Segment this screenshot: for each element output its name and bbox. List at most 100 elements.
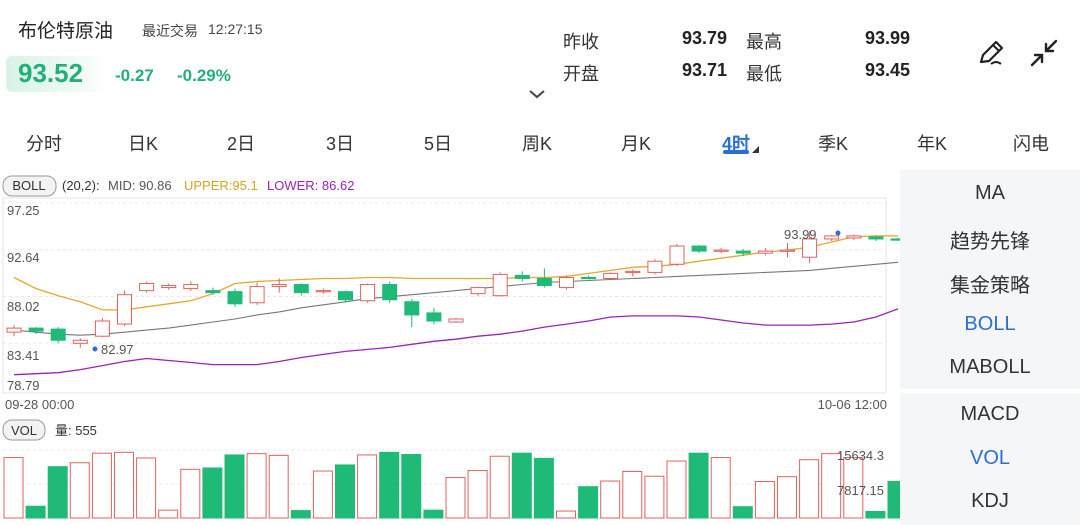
indicator-trend[interactable]: 趋势先锋: [900, 225, 1080, 254]
price-change: -0.27: [115, 66, 154, 85]
high-marker: [835, 230, 841, 236]
tab-flash[interactable]: 闪电: [1013, 130, 1049, 156]
indicator-side-menu: MA 趋势先锋 集金策略 BOLL MABOLL MACD VOL KDJ: [900, 170, 1080, 525]
low-annotation: 82.97: [101, 342, 134, 357]
instrument-title: 布伦特原油: [18, 21, 114, 42]
volume-bar: [887, 480, 900, 519]
current-price: 93.52: [18, 58, 84, 88]
tab-week-k[interactable]: 周K: [522, 130, 552, 156]
x-end-label: 10-06 12:00: [818, 397, 887, 412]
candle-body: [293, 284, 309, 294]
candle-body: [691, 245, 707, 252]
plot-frame: [2, 197, 887, 394]
indicator-ma[interactable]: MA: [900, 182, 1080, 205]
candle-body: [72, 339, 88, 344]
draw-pen-icon[interactable]: [973, 35, 1009, 71]
candle-body: [227, 291, 243, 305]
volume-bar: [401, 453, 422, 519]
candle-body: [757, 250, 773, 254]
volume-bar: [3, 457, 24, 519]
candle-body: [139, 283, 155, 292]
tab-2-day[interactable]: 2日: [227, 130, 255, 156]
volume-bar: [246, 453, 267, 519]
candle-body: [669, 245, 685, 265]
volume-bar: [666, 460, 687, 519]
indicator-macd[interactable]: MACD: [900, 403, 1080, 426]
candle-body: [249, 286, 265, 304]
period-tabs: 分时 日K 2日 3日 5日 周K 月K 4时 季K 年K 闪电: [0, 120, 1080, 164]
candle-body: [50, 328, 66, 341]
volume-bar: [312, 470, 333, 519]
boll-upper-label: UPPER:95.1: [184, 178, 258, 193]
stat-label-prev-close: 昨收: [563, 32, 599, 52]
collapse-icon[interactable]: [1026, 35, 1062, 71]
y-tick-label: 92.64: [7, 250, 40, 265]
tab-quarter-k[interactable]: 季K: [818, 130, 848, 156]
low-marker: [92, 346, 98, 352]
stat-value-open: 93.71: [681, 60, 727, 80]
chart-grid: [2, 197, 887, 519]
candle-body: [735, 250, 751, 254]
candle-body: [161, 285, 177, 289]
volume-bar: [688, 452, 709, 519]
indicator-strategy[interactable]: 集金策略: [900, 269, 1080, 298]
tab-year-k[interactable]: 年K: [917, 130, 947, 156]
indicator-kdj[interactable]: KDJ: [900, 490, 1080, 513]
tab-3-day[interactable]: 3日: [326, 130, 354, 156]
volume-bar: [379, 451, 400, 519]
volume-bar: [423, 509, 444, 519]
candle-body: [713, 249, 729, 252]
vol-tick-mid: 7817.15: [837, 483, 884, 498]
volume-bar: [489, 455, 510, 519]
candle-body: [426, 312, 442, 322]
stat-label-open: 开盘: [563, 64, 599, 84]
chevron-down-icon[interactable]: [528, 86, 546, 102]
candle-body: [338, 291, 353, 301]
indicator-maboll[interactable]: MABOLL: [900, 356, 1080, 379]
candle-body: [890, 238, 900, 241]
last-trade-time: 12:27:15: [208, 21, 263, 37]
boll-mid-label: MID: 90.86: [108, 178, 172, 193]
y-tick-label: 88.02: [7, 299, 40, 314]
candle-body: [94, 320, 110, 337]
volume-bar: [69, 462, 90, 519]
boll-mid-line: [13, 261, 899, 336]
tab-month-k[interactable]: 月K: [621, 130, 651, 156]
candlestick-chart[interactable]: BOLL (20,2): MID: 90.86 UPPER:95.1 LOWER…: [0, 168, 900, 525]
candle-body: [315, 290, 331, 293]
volume-bar: [578, 486, 599, 519]
stat-label-low: 最低: [746, 64, 782, 84]
candle-body: [492, 273, 508, 297]
indicator-vol[interactable]: VOL: [900, 447, 1080, 470]
vol-label: 量: 555: [55, 423, 97, 438]
indicator-boll[interactable]: BOLL: [900, 313, 1080, 336]
volume-bars: [3, 451, 900, 519]
stat-label-high: 最高: [746, 32, 782, 52]
volume-bar: [47, 466, 68, 519]
side-menu-divider: [900, 389, 1080, 393]
tab-intraday[interactable]: 分时: [26, 130, 62, 156]
volume-bar: [556, 510, 576, 519]
candle-body: [780, 249, 795, 252]
tab-day-k[interactable]: 日K: [128, 130, 158, 156]
volume-bar: [445, 477, 466, 519]
candle-body: [117, 294, 132, 325]
candle-body: [382, 284, 398, 301]
candle-body: [271, 284, 287, 288]
volume-bar: [754, 480, 775, 519]
candle-body: [404, 301, 420, 316]
tab-dropdown-caret-icon[interactable]: [752, 146, 759, 153]
volume-bar: [644, 475, 665, 519]
price-change-pct: -0.29%: [177, 66, 231, 85]
candle-body: [824, 235, 840, 240]
x-start-label: 09-28 00:00: [5, 397, 74, 412]
boll-badge: BOLL: [12, 178, 45, 193]
volume-bar: [91, 452, 112, 519]
volume-bar: [290, 510, 311, 519]
volume-bar: [335, 464, 355, 519]
candle-body: [448, 318, 464, 323]
tab-5-day[interactable]: 5日: [424, 130, 452, 156]
candle-body: [470, 287, 486, 295]
stat-value-low: 93.45: [864, 60, 910, 80]
volume-bar: [224, 454, 245, 519]
